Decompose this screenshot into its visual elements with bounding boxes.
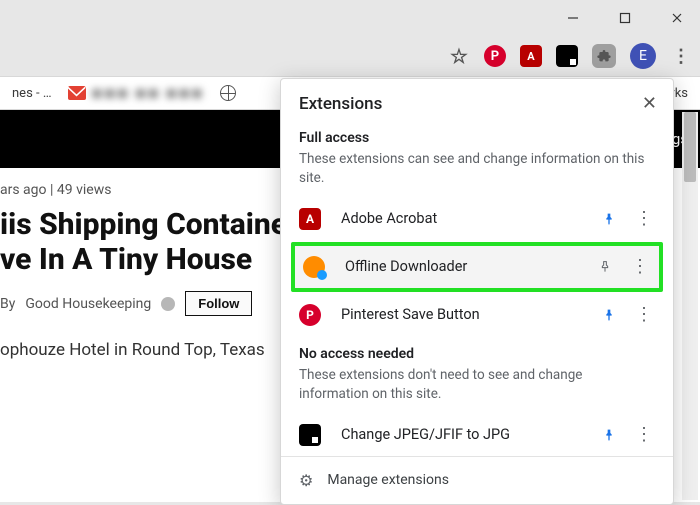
extension-row-acrobat[interactable]: A Adobe Acrobat ⋮ — [281, 198, 673, 240]
manage-extensions-label: Manage extensions — [327, 472, 449, 488]
extension-menu-icon[interactable]: ⋮ — [629, 256, 651, 277]
window-minimize-button[interactable] — [556, 4, 590, 32]
window-close-button[interactable] — [660, 4, 694, 32]
pinterest-icon: P — [299, 304, 321, 326]
popup-close-button[interactable]: ✕ — [642, 93, 657, 114]
window-maximize-button[interactable] — [608, 4, 642, 32]
browser-menu-icon[interactable]: ⋮ — [670, 45, 692, 67]
extension-row-jpeg[interactable]: Change JPEG/JFIF to JPG ⋮ — [281, 414, 673, 456]
gmail-icon — [68, 86, 86, 100]
pinterest-extension-icon[interactable]: P — [484, 45, 506, 67]
extension-name: Adobe Acrobat — [341, 210, 585, 227]
section-no-access-title: No access needed — [281, 336, 673, 364]
pin-icon[interactable] — [595, 307, 623, 323]
bookmark-item-site[interactable] — [220, 85, 236, 101]
pin-icon[interactable] — [595, 427, 623, 443]
bookmark-item[interactable]: nes - … — [12, 86, 52, 101]
verified-icon — [161, 297, 175, 311]
by-label: By — [0, 296, 15, 312]
profile-avatar[interactable]: E — [630, 43, 656, 69]
bookmark-star-icon[interactable]: ☆ — [448, 45, 470, 67]
jpeg-extension-icon[interactable] — [556, 45, 578, 67]
browser-toolbar: ☆ P A E ⋮ — [0, 36, 700, 76]
globe-icon — [220, 85, 236, 101]
popup-title: Extensions — [299, 94, 382, 114]
extensions-puzzle-icon[interactable] — [592, 44, 616, 68]
extension-name: Pinterest Save Button — [341, 306, 585, 323]
extension-menu-icon[interactable]: ⋮ — [633, 304, 655, 325]
page-scrollbar[interactable] — [682, 112, 698, 500]
gear-icon: ⚙ — [299, 471, 313, 490]
jpeg-converter-icon — [299, 424, 321, 446]
extension-row-pinterest[interactable]: P Pinterest Save Button ⋮ — [281, 294, 673, 336]
bookmark-item-gmail[interactable]: ◼◼◼ ◼◼ ◼◼◼ — [68, 86, 205, 101]
bookmark-label: nes - … — [12, 86, 52, 101]
author-name[interactable]: Good Housekeeping — [25, 296, 151, 312]
follow-button[interactable]: Follow — [185, 291, 252, 316]
acrobat-icon: A — [299, 208, 321, 230]
bookmark-label-blurred: ◼◼◼ ◼◼ ◼◼◼ — [92, 86, 205, 101]
section-no-access-desc: These extensions don't need to see and c… — [281, 364, 673, 414]
manage-extensions-row[interactable]: ⚙ Manage extensions — [281, 456, 673, 504]
section-full-access-title: Full access — [281, 120, 673, 148]
extension-name: Offline Downloader — [345, 258, 581, 275]
extension-row-offline-downloader[interactable]: Offline Downloader ⋮ — [303, 252, 651, 282]
window-titlebar — [0, 0, 700, 36]
pin-icon[interactable] — [595, 211, 623, 227]
extension-menu-icon[interactable]: ⋮ — [633, 424, 655, 445]
extensions-popup: Extensions ✕ Full access These extension… — [280, 78, 674, 505]
extension-menu-icon[interactable]: ⋮ — [633, 208, 655, 229]
scrollbar-thumb[interactable] — [684, 112, 696, 182]
section-full-access-desc: These extensions can see and change info… — [281, 148, 673, 198]
extension-name: Change JPEG/JFIF to JPG — [341, 426, 585, 443]
highlighted-extension: Offline Downloader ⋮ — [291, 242, 663, 292]
pin-icon[interactable] — [591, 259, 619, 275]
acrobat-extension-icon[interactable]: A — [520, 45, 542, 67]
offline-downloader-icon — [303, 256, 325, 278]
